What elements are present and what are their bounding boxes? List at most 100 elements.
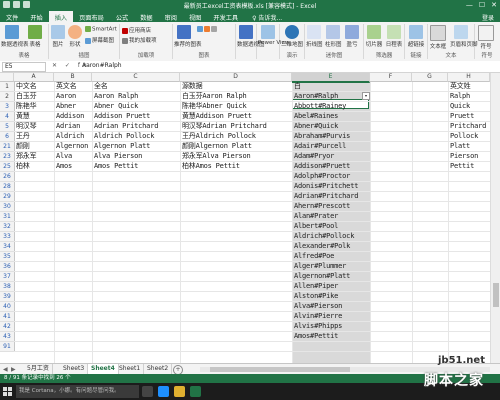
row-header[interactable]: 42 [0,322,15,332]
cell-c1[interactable]: 全名 [94,82,179,91]
hyperlink-button[interactable]: 超链接 [406,25,426,48]
row-header[interactable]: 35 [0,252,15,262]
sparkline-line-button[interactable]: 折线图 [306,25,323,48]
cell-h5[interactable]: Pritchard [450,122,489,131]
cell-d6[interactable]: 王丹Aldrich Pollock [182,132,291,141]
cell-c4[interactable]: Addison Pruett [94,112,179,121]
shapes-button[interactable]: 形状 [67,25,83,48]
cell-a4[interactable]: 黄慧 [16,112,53,121]
cell-e35[interactable]: Alfred#Poe [294,252,360,261]
file-explorer-icon[interactable] [174,386,185,397]
tab-data[interactable]: 数据 [134,11,158,22]
sparkline-column-button[interactable]: 柱形图 [325,25,342,48]
cell-e1[interactable]: 白 [294,82,369,91]
cell-e31[interactable]: Alan#Prater [294,212,360,221]
tell-me-search[interactable]: ♀ 告诉我... [248,11,286,22]
column-header-c[interactable]: C [92,73,180,82]
undo-icon[interactable] [13,1,20,8]
row-header[interactable]: 29 [0,192,15,202]
tab-home[interactable]: 开始 [24,11,48,22]
cell-h6[interactable]: Pollock [450,132,489,141]
power-view-button[interactable]: Power View [258,25,289,46]
row-header[interactable]: 38 [0,282,15,292]
tab-view[interactable]: 视图 [183,11,207,22]
cell-d5[interactable]: 明汉琴Adrian Pritchard [182,122,291,131]
cell-h3[interactable]: Quick [450,102,489,111]
cell-d2[interactable]: 白玉芬Aaron Ralph [182,92,291,101]
pie-chart-icon[interactable] [211,26,217,32]
cell-e21[interactable]: Adair#Purcell [294,142,360,151]
cell-h21[interactable]: Platt [450,142,489,151]
formula-input[interactable]: Aaron#Ralph [82,62,492,70]
sheet-tab-sheet1[interactable]: Sheet1 [116,364,145,374]
worksheet-grid[interactable]: ABCDEFGH 1 中文名 英文名 全名 源数据白英文姓 2 白玉芬 Aaron Aaron … [0,73,490,363]
windows-start-icon[interactable] [3,387,12,396]
tab-page-layout[interactable]: 页面布局 [73,11,110,22]
next-sheet-arrow-icon[interactable]: ▶ [11,366,16,373]
recommended-charts-button[interactable]: 推荐的图表 [174,25,202,48]
cell-c3[interactable]: Abner Quick [94,102,179,111]
tab-developer[interactable]: 开发工具 [207,11,244,22]
cell-e34[interactable]: Alexander#Polk [294,242,360,251]
vertical-scrollbar[interactable] [490,73,500,363]
cell-e41[interactable]: Alvin#Pierre [294,312,360,321]
cell-h23[interactable]: Pierson [450,152,489,161]
tab-insert[interactable]: 插入 [48,11,74,22]
column-header-g[interactable]: G [412,73,448,82]
cell-c25[interactable]: Amos Pettit [94,162,179,171]
row-header[interactable]: 30 [0,202,15,212]
cell-b1[interactable]: 英文名 [56,82,91,91]
cell-a21[interactable]: 颜刚 [16,142,53,151]
cell-e5[interactable]: Abner#Quick [294,122,360,131]
row-header[interactable]: 5 [0,122,15,132]
tab-review[interactable]: 审阅 [159,11,183,22]
cell-e43[interactable]: Amos#Pettit [294,332,360,341]
row-header[interactable]: 23 [0,152,15,162]
cell-e40[interactable]: Alva#Pierson [294,302,360,311]
quick-access-toolbar[interactable] [3,1,30,8]
cell-e23[interactable]: Adam#Pryor [294,152,360,161]
redo-icon[interactable] [23,1,30,8]
cell-h1[interactable]: 英文姓 [450,82,489,91]
cell-h2[interactable]: Ralph [450,92,489,101]
column-header-d[interactable]: D [180,73,292,82]
screenshot-button[interactable]: 屏幕截图 [85,36,114,44]
cell-d3[interactable]: 陈艳华Abner Quick [182,102,291,111]
cell-b21[interactable]: Algernon [56,142,91,151]
row-header[interactable]: 1 [0,82,15,92]
excel-taskbar-icon[interactable] [190,386,201,397]
row-header[interactable]: 21 [0,142,15,152]
cell-d25[interactable]: 柏林Amos Pettit [182,162,291,171]
row-header[interactable]: 36 [0,262,15,272]
cell-b4[interactable]: Addison [56,112,91,121]
row-header[interactable]: 31 [0,212,15,222]
column-header-h[interactable]: H [448,73,490,82]
cell-h25[interactable]: Pettit [450,162,489,171]
row-header[interactable]: 32 [0,222,15,232]
column-header-f[interactable]: F [370,73,412,82]
cell-c21[interactable]: Algernon Platt [94,142,179,151]
sheet-tab-sheet2[interactable]: Sheet2 [144,364,173,374]
cell-d23[interactable]: 郑永军Alva Pierson [182,152,291,161]
cell-d1[interactable]: 源数据 [182,82,291,91]
row-header[interactable]: 91 [0,342,15,352]
cell-e39[interactable]: Alston#Pike [294,292,360,301]
pivot-table-button[interactable]: 数据透视表 [1,25,29,48]
sheet-tab-5yue[interactable]: 5月工资 [24,364,53,374]
cell-a1[interactable]: 中文名 [16,82,53,91]
cell-b3[interactable]: Abner [56,102,91,111]
tab-file[interactable]: 文件 [0,11,24,22]
cell-b23[interactable]: Alva [56,152,91,161]
cell-e4[interactable]: Abel#Raines [294,112,360,121]
select-all-corner[interactable] [0,73,14,82]
cell-a23[interactable]: 郑永军 [16,152,53,161]
sparkline-winloss-button[interactable]: 盈亏 [344,25,360,48]
row-header[interactable]: 26 [0,172,15,182]
cell-e37[interactable]: Algernon#Platt [294,272,360,281]
row-header[interactable]: 37 [0,272,15,282]
line-chart-icon[interactable] [204,26,210,32]
vertical-scroll-thumb[interactable] [493,283,499,307]
cell-b5[interactable]: Adrian [56,122,91,131]
autofill-options-icon[interactable]: ▾ [362,92,370,100]
horizontal-scroll-thumb[interactable] [210,367,350,372]
